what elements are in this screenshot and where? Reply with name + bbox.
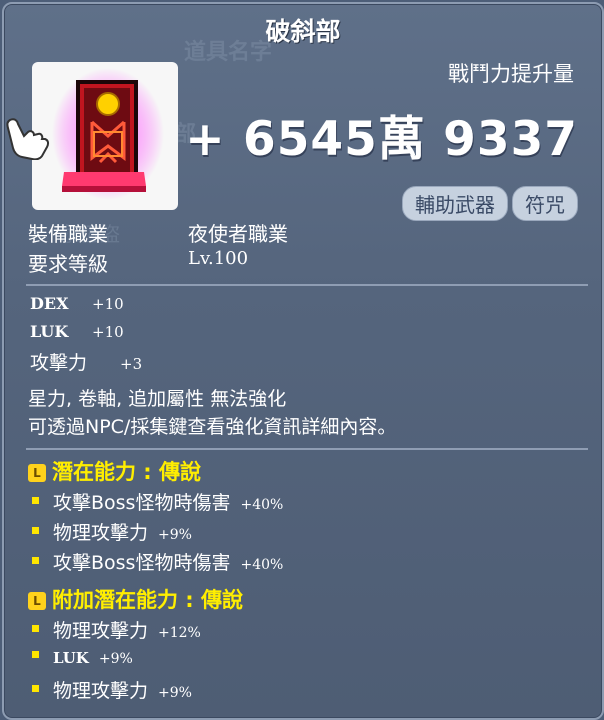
potential-stat-value: +40% — [240, 497, 284, 513]
legendary-grade-icon: L — [28, 592, 46, 610]
item-tags: 輔助武器 符咒 — [402, 186, 578, 221]
legendary-grade-icon: L — [28, 464, 46, 482]
item-icon-frame — [32, 62, 178, 210]
stat-row: 攻擊力 +3 — [30, 348, 142, 375]
bullet-icon — [32, 625, 39, 632]
bullet-icon — [32, 685, 39, 692]
stat-name: 攻擊力 — [30, 352, 88, 374]
hand-cursor-icon — [6, 118, 50, 160]
stat-row: DEX +10 — [30, 292, 124, 314]
additional-stat-value: +9% — [98, 651, 133, 667]
divider — [26, 284, 588, 286]
bullet-icon — [32, 497, 39, 504]
level-value: Lv.100 — [188, 248, 249, 269]
additional-potential-header: L 附加潛在能力 : 傳說 — [28, 584, 243, 614]
job-value: 夜使者職業 — [188, 222, 288, 246]
potential-stat-value: +9% — [158, 527, 192, 543]
potential-stat-value: +40% — [240, 557, 284, 573]
additional-potential-line: LUK +9% — [32, 646, 133, 668]
tag-talisman: 符咒 — [512, 186, 578, 221]
talisman-icon — [52, 68, 164, 200]
stat-value: +10 — [92, 295, 124, 313]
item-tooltip: 道具名字 部 永恆盜 破斜部 戰鬥力提升量 + 6545萬 9337 輔助武器 … — [2, 2, 604, 720]
level-label: 要求等級 — [28, 252, 108, 276]
level-row: 要求等級 Lv.100 — [28, 248, 248, 277]
potential-line: 攻擊Boss怪物時傷害 +40% — [32, 488, 283, 515]
divider — [26, 448, 588, 450]
additional-stat-name: 物理攻擊力 — [53, 620, 149, 642]
additional-stat-value: +12% — [158, 625, 201, 641]
enhance-note: 星力, 卷軸, 追加屬性 無法強化 — [28, 388, 287, 410]
potential-title: 潛在能力 : 傳說 — [52, 460, 202, 484]
potential-stat-name: 攻擊Boss怪物時傷害 — [53, 492, 231, 514]
bullet-icon — [32, 557, 39, 564]
additional-potential-line: 物理攻擊力 +12% — [32, 616, 201, 643]
job-row: 裝備職業 夜使者職業 — [28, 218, 288, 247]
potential-stat-name: 物理攻擊力 — [53, 522, 149, 544]
potential-line: 物理攻擊力 +9% — [32, 518, 192, 545]
additional-potential-line: 物理攻擊力 +9% — [32, 676, 192, 703]
additional-stat-value: +9% — [158, 685, 192, 701]
stat-value: +3 — [120, 355, 143, 373]
item-name: 破斜部 — [265, 17, 341, 46]
potential-header: L 潛在能力 : 傳說 — [28, 456, 201, 486]
stat-name: LUK — [30, 322, 69, 341]
combat-power-value: + 6545萬 9337 — [185, 112, 578, 167]
additional-stat-name: LUK — [53, 649, 89, 667]
potential-stat-name: 攻擊Boss怪物時傷害 — [53, 552, 231, 574]
tag-secondary-weapon: 輔助武器 — [402, 186, 508, 221]
stat-value: +10 — [92, 323, 124, 341]
job-label: 裝備職業 — [28, 222, 108, 246]
enhance-info-note: 可透過NPC/採集鍵查看強化資訊詳細內容。 — [28, 416, 397, 438]
bullet-icon — [32, 527, 39, 534]
stat-row: LUK +10 — [30, 320, 124, 342]
stat-name: DEX — [30, 294, 69, 313]
potential-line: 攻擊Boss怪物時傷害 +40% — [32, 548, 283, 575]
bullet-icon — [32, 651, 39, 658]
additional-stat-name: 物理攻擊力 — [53, 680, 149, 702]
combat-power-label: 戰鬥力提升量 — [448, 62, 574, 86]
additional-potential-title: 附加潛在能力 : 傳說 — [52, 588, 244, 612]
